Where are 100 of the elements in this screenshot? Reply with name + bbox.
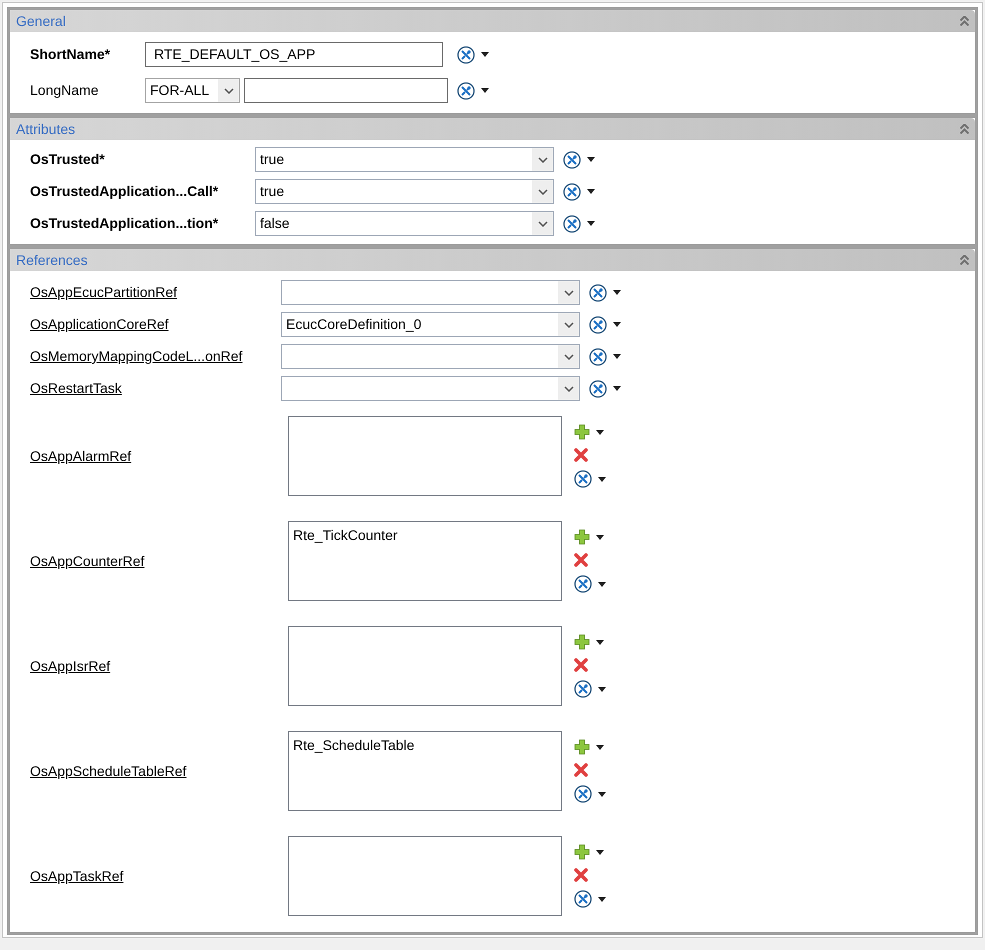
tool-menu-button[interactable] xyxy=(589,380,621,398)
dropdown-arrow-icon xyxy=(613,354,621,359)
delete-icon xyxy=(574,658,588,672)
dropdown-value: EcucCoreDefinition_0 xyxy=(286,315,422,334)
section-title: Attributes xyxy=(16,120,76,138)
chevron-down-icon xyxy=(224,88,234,94)
dropdown[interactable]: true xyxy=(255,147,554,172)
field-label: LongName xyxy=(30,81,100,100)
chevron-down-icon xyxy=(564,290,574,296)
tools-icon xyxy=(574,470,592,488)
dropdown-value: FOR-ALL xyxy=(150,81,210,100)
tool-menu-button[interactable] xyxy=(563,182,595,200)
tool-menu-button[interactable] xyxy=(574,890,606,908)
reference-list[interactable]: Rte_ScheduleTable xyxy=(288,731,562,811)
tools-icon xyxy=(574,890,592,908)
reference-link[interactable]: OsAppCounterRef xyxy=(30,550,288,572)
chevron-down-icon xyxy=(564,386,574,392)
reference-link[interactable]: OsRestartTask xyxy=(30,378,281,399)
tool-menu-button[interactable] xyxy=(563,150,595,168)
dropdown-arrow-icon xyxy=(481,88,489,93)
plus-icon xyxy=(574,424,590,440)
section-title: General xyxy=(16,12,66,30)
text-field[interactable] xyxy=(244,78,448,103)
list-item[interactable]: Rte_TickCounter xyxy=(293,525,557,546)
field-label: OsTrustedApplication...Call* xyxy=(30,182,220,201)
tool-menu-button[interactable] xyxy=(589,316,621,334)
dropdown-arrow-icon xyxy=(613,290,621,295)
reference-list[interactable] xyxy=(288,626,562,706)
field-label: OsTrusted* xyxy=(30,150,106,169)
delete-icon xyxy=(574,553,588,567)
dropdown-arrow-icon xyxy=(596,640,604,644)
dropdown-value: false xyxy=(260,214,291,233)
tools-icon xyxy=(563,182,581,200)
section-title: References xyxy=(16,250,88,270)
field-label: ShortName* xyxy=(30,45,112,64)
collapse-icon xyxy=(960,124,969,134)
dropdown[interactable]: EcucCoreDefinition_0 xyxy=(281,312,580,337)
dropdown[interactable]: true xyxy=(255,179,554,204)
tool-menu-button[interactable] xyxy=(589,348,621,366)
dropdown-arrow-icon xyxy=(587,221,595,226)
collapse-icon xyxy=(960,255,969,265)
tools-icon xyxy=(589,316,607,334)
reference-link[interactable]: OsApplicationCoreRef xyxy=(30,314,281,335)
tools-icon xyxy=(574,785,592,803)
dropdown-arrow-icon xyxy=(596,430,604,434)
reference-list[interactable] xyxy=(288,416,562,496)
text-field[interactable]: RTE_DEFAULT_OS_APP xyxy=(145,42,443,67)
dropdown-arrow-icon xyxy=(481,52,489,57)
tools-icon xyxy=(574,680,592,698)
tool-menu-button[interactable] xyxy=(574,470,606,488)
dropdown-arrow-icon xyxy=(598,896,606,902)
reference-link[interactable]: OsAppTaskRef xyxy=(30,866,288,886)
chevron-down-icon xyxy=(538,188,548,194)
chevron-down-icon xyxy=(564,354,574,360)
dropdown-arrow-icon xyxy=(596,534,604,540)
dropdown-arrow-icon xyxy=(587,189,595,194)
dropdown[interactable]: false xyxy=(255,211,554,236)
add-menu-button[interactable] xyxy=(574,739,606,755)
tool-menu-button[interactable] xyxy=(457,46,489,64)
tools-icon xyxy=(589,380,607,398)
tools-icon xyxy=(563,214,581,232)
chevron-down-icon xyxy=(564,322,574,328)
dropdown-arrow-icon xyxy=(598,792,606,796)
tools-icon xyxy=(457,82,475,100)
tools-icon xyxy=(563,150,581,168)
delete-icon xyxy=(574,448,588,462)
add-menu-button[interactable] xyxy=(574,529,606,545)
list-item[interactable]: Rte_ScheduleTable xyxy=(293,735,557,756)
tool-menu-button[interactable] xyxy=(589,284,621,302)
field-label: OsTrustedApplication...tion* xyxy=(30,214,220,233)
tool-menu-button[interactable] xyxy=(574,785,606,803)
dropdown-arrow-icon xyxy=(587,157,595,162)
dropdown-arrow-icon xyxy=(598,582,606,586)
reference-list[interactable]: Rte_TickCounter xyxy=(288,521,562,601)
plus-icon xyxy=(574,529,590,545)
reference-link[interactable]: OsAppIsrRef xyxy=(30,656,288,676)
dropdown-arrow-icon xyxy=(598,686,606,692)
reference-link[interactable]: OsAppEcucPartitionRef xyxy=(30,282,281,303)
reference-list[interactable] xyxy=(288,836,562,916)
dropdown-arrow-icon xyxy=(598,476,606,482)
tools-icon xyxy=(574,575,592,593)
tools-icon xyxy=(457,46,475,64)
reference-link[interactable]: OsMemoryMappingCodeL...onRef xyxy=(30,346,281,367)
dropdown[interactable]: FOR-ALL xyxy=(145,78,240,103)
add-menu-button[interactable] xyxy=(574,424,606,440)
tool-menu-button[interactable] xyxy=(574,680,606,698)
tool-menu-button[interactable] xyxy=(457,82,489,100)
plus-icon xyxy=(574,739,590,755)
tool-menu-button[interactable] xyxy=(563,214,595,232)
delete-icon xyxy=(574,763,588,777)
dropdown-arrow-icon xyxy=(613,322,621,327)
add-menu-button[interactable] xyxy=(574,844,606,860)
dropdown-value: true xyxy=(260,150,286,169)
dropdown-arrow-icon xyxy=(596,744,604,750)
plus-icon xyxy=(574,634,590,650)
collapse-icon xyxy=(960,16,969,26)
add-menu-button[interactable] xyxy=(574,634,606,650)
tool-menu-button[interactable] xyxy=(574,575,606,593)
reference-link[interactable]: OsAppAlarmRef xyxy=(30,446,288,466)
reference-link[interactable]: OsAppScheduleTableRef xyxy=(30,760,288,782)
